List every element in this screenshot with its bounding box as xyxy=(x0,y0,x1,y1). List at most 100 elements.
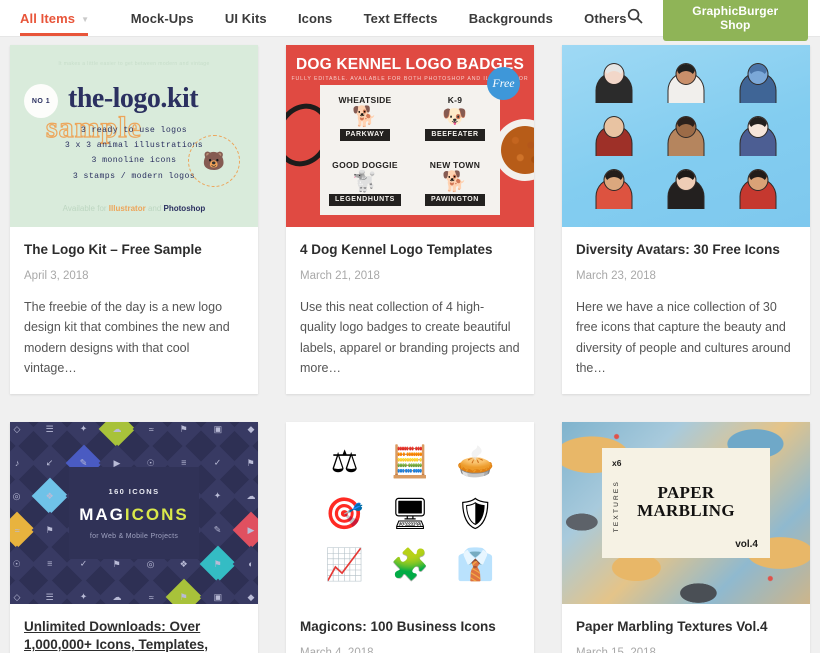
logo-kit-tagline: It makes a little easier to get between … xyxy=(58,61,210,67)
scales-briefcase-icon: ⚖ xyxy=(330,444,359,480)
pie-chart-icon: 🥧 xyxy=(456,444,495,480)
magicons-glyph-icon: ❖ xyxy=(46,490,55,501)
magicons-tile: ▣ xyxy=(199,578,237,605)
nav-item-all-items[interactable]: All Items ▼ xyxy=(20,11,89,26)
nav-item-text-effects[interactable]: Text Effects xyxy=(364,11,438,26)
magicons-tile: ▶ xyxy=(232,511,258,549)
magicons-glyph-icon: ☉ xyxy=(12,558,21,569)
logo-badge: WHEATSIDE 🐕 PARKWAY xyxy=(338,94,391,142)
avatar-head xyxy=(675,63,697,86)
item-card-business-icons[interactable]: ⚖ 🧮 🥧 🎯 🖥 🛡 📈 🧩 👔 Magicons: 100 Business Icons M… xyxy=(286,422,534,653)
magicons-tile: ≈ xyxy=(132,578,170,605)
badge-top-text: NEW TOWN xyxy=(429,159,481,170)
card-date: April 3, 2018 xyxy=(24,270,89,283)
thumbnail-business-icons[interactable]: ⚖ 🧮 🥧 🎯 🖥 🛡 📈 🧩 👔 xyxy=(286,422,534,605)
magicons-tile: ⚑ xyxy=(165,422,203,448)
item-card-logo-kit[interactable]: It makes a little easier to get between … xyxy=(10,45,258,395)
card-title[interactable]: 4 Dog Kennel Logo Templates xyxy=(300,241,520,259)
target-person-icon: 🎯 xyxy=(325,495,364,531)
magicons-glyph-icon: ✦ xyxy=(79,591,88,602)
card-title[interactable]: Paper Marbling Textures Vol.4 xyxy=(576,618,796,636)
magicons-tile: ⚑ xyxy=(31,511,69,549)
marbling-panel: x6 TEXTURES PAPER MARBLING vol.4 xyxy=(602,448,770,559)
magicons-glyph-icon: ☁ xyxy=(246,490,256,501)
logo-badge: K-9 🐶 BEEFEATER xyxy=(425,94,485,142)
magicons-glyph-icon: ⚑ xyxy=(180,591,189,602)
magicons-wordmark-a: MAG xyxy=(79,504,125,524)
thumbnail-diversity-avatars[interactable] xyxy=(562,45,810,227)
badge-ribbon-text: BEEFEATER xyxy=(425,128,485,142)
marbling-title-line2: MARBLING xyxy=(637,501,735,521)
calculator-icon: 🧮 xyxy=(390,444,430,480)
card-date: March 21, 2018 xyxy=(300,270,380,283)
card-body: Diversity Avatars: 30 Free Icons March 2… xyxy=(562,227,810,394)
magicons-glyph-icon: ⚑ xyxy=(180,423,189,434)
search-icon[interactable] xyxy=(627,8,643,29)
item-card-unlimited-downloads-ad[interactable]: ◇☰✦☁≈⚑▣◆♪↙✎▶☉≡✓⚑◎❖⚑◐◇☰✦☁≈⚑▣◆♪↙✎▶☉≡✓⚑◎❖⚑◐… xyxy=(10,422,258,653)
magicons-tile: ◆ xyxy=(232,578,258,605)
magicons-tile: ❖ xyxy=(31,477,69,515)
magicons-wordmark-b: ICONS xyxy=(124,504,189,524)
thumbnail-dog-kennel[interactable]: DOG KENNEL LOGO BADGES FULLY EDITABLE. A… xyxy=(286,45,534,227)
magicons-tile: ☁ xyxy=(98,422,136,448)
magicons-glyph-icon: ≈ xyxy=(148,424,154,435)
magicons-tile: ⚑ xyxy=(232,444,258,482)
magicons-glyph-icon: ◇ xyxy=(13,591,21,602)
chevron-down-icon: ▼ xyxy=(81,14,90,24)
logo-kit-footer-mid: and xyxy=(147,204,162,213)
shield-person-icon: 🛡 xyxy=(455,495,495,531)
nav-item-all-items-label: All Items xyxy=(20,10,76,26)
card-title[interactable]: Unlimited Downloads: Over 1,000,000+ Ico… xyxy=(24,618,244,653)
card-title[interactable]: Diversity Avatars: 30 Free Icons xyxy=(576,241,796,259)
dog-outline-icon: 🐕 xyxy=(442,170,468,193)
logo-kit-footer: Available for Illustrator and Photoshop xyxy=(10,204,258,213)
marbling-volume: vol.4 xyxy=(735,539,758,551)
card-title[interactable]: The Logo Kit – Free Sample xyxy=(24,241,244,259)
card-body: Unlimited Downloads: Over 1,000,000+ Ico… xyxy=(10,604,258,653)
item-card-dog-kennel[interactable]: DOG KENNEL LOGO BADGES FULLY EDITABLE. A… xyxy=(286,45,534,395)
magicons-tile: ◆ xyxy=(232,422,258,448)
magicons-count-label: 160 ICONS xyxy=(108,486,160,496)
dog-silhouette-icon: 🐕 xyxy=(352,105,378,128)
card-date: March 23, 2018 xyxy=(576,270,656,283)
magicons-glyph-icon: ✦ xyxy=(213,490,222,501)
businessman-avatar xyxy=(665,167,707,211)
nav-item-ui-kits[interactable]: UI Kits xyxy=(225,11,267,26)
bear-seal-icon: 🐻 xyxy=(188,135,240,187)
magicons-glyph-icon: ☰ xyxy=(46,423,55,434)
area-chart-icon: 📈 xyxy=(325,547,364,583)
badge-top-text: K-9 xyxy=(447,94,463,105)
nav-item-icons[interactable]: Icons xyxy=(298,11,332,26)
magicons-tile: ☰ xyxy=(31,578,69,605)
magicons-tile: ⚑ xyxy=(199,545,237,583)
dog-kennel-badge-sheet: WHEATSIDE 🐕 PARKWAY K-9 🐶 BEEFEATER GOOD… xyxy=(320,85,500,215)
magicons-tile: ◇ xyxy=(10,422,36,448)
shop-button[interactable]: GraphicBurger Shop xyxy=(662,0,808,41)
badge-ribbon-text: LEGENDHUNTS xyxy=(329,193,401,207)
nav-item-backgrounds[interactable]: Backgrounds xyxy=(469,11,553,26)
magicons-glyph-icon: ≈ xyxy=(148,592,154,603)
thumbnail-logo-kit[interactable]: It makes a little easier to get between … xyxy=(10,45,258,227)
avatar-head xyxy=(603,168,625,191)
magicons-wordmark: MAGICONS xyxy=(79,505,189,525)
free-badge: Free xyxy=(487,67,520,100)
nav-item-others[interactable]: Others xyxy=(584,11,627,26)
item-card-paper-marbling[interactable]: x6 TEXTURES PAPER MARBLING vol.4 Paper M… xyxy=(562,422,810,653)
item-card-diversity-avatars[interactable]: Diversity Avatars: 30 Free Icons March 2… xyxy=(562,45,810,395)
thumbnail-magicons[interactable]: ◇☰✦☁≈⚑▣◆♪↙✎▶☉≡✓⚑◎❖⚑◐◇☰✦☁≈⚑▣◆♪↙✎▶☉≡✓⚑◎❖⚑◐… xyxy=(10,422,258,605)
badge-ribbon-text: PARKWAY xyxy=(339,128,391,142)
nav-item-mock-ups[interactable]: Mock-Ups xyxy=(131,11,194,26)
magicons-tile: ✎ xyxy=(199,511,237,549)
logo-kit-footer-photoshop: Photoshop xyxy=(163,204,206,213)
magicons-glyph-icon: ☁ xyxy=(112,591,122,602)
magicons-glyph-icon: ❖ xyxy=(180,558,189,569)
magicons-glyph-icon: ▣ xyxy=(213,423,223,434)
magicons-glyph-icon: ☁ xyxy=(112,423,122,434)
logo-kit-footer-illustrator: Illustrator xyxy=(108,204,146,213)
card-title[interactable]: Magicons: 100 Business Icons xyxy=(300,618,520,636)
magicons-tile: ✓ xyxy=(199,444,237,482)
magicons-panel: 160 ICONS MAGICONS for Web & Mobile Proj… xyxy=(69,467,199,560)
thumbnail-paper-marbling[interactable]: x6 TEXTURES PAPER MARBLING vol.4 xyxy=(562,422,810,605)
magicons-glyph-icon: ≡ xyxy=(181,457,187,468)
magicons-subtitle: for Web & Mobile Projects xyxy=(89,532,179,540)
